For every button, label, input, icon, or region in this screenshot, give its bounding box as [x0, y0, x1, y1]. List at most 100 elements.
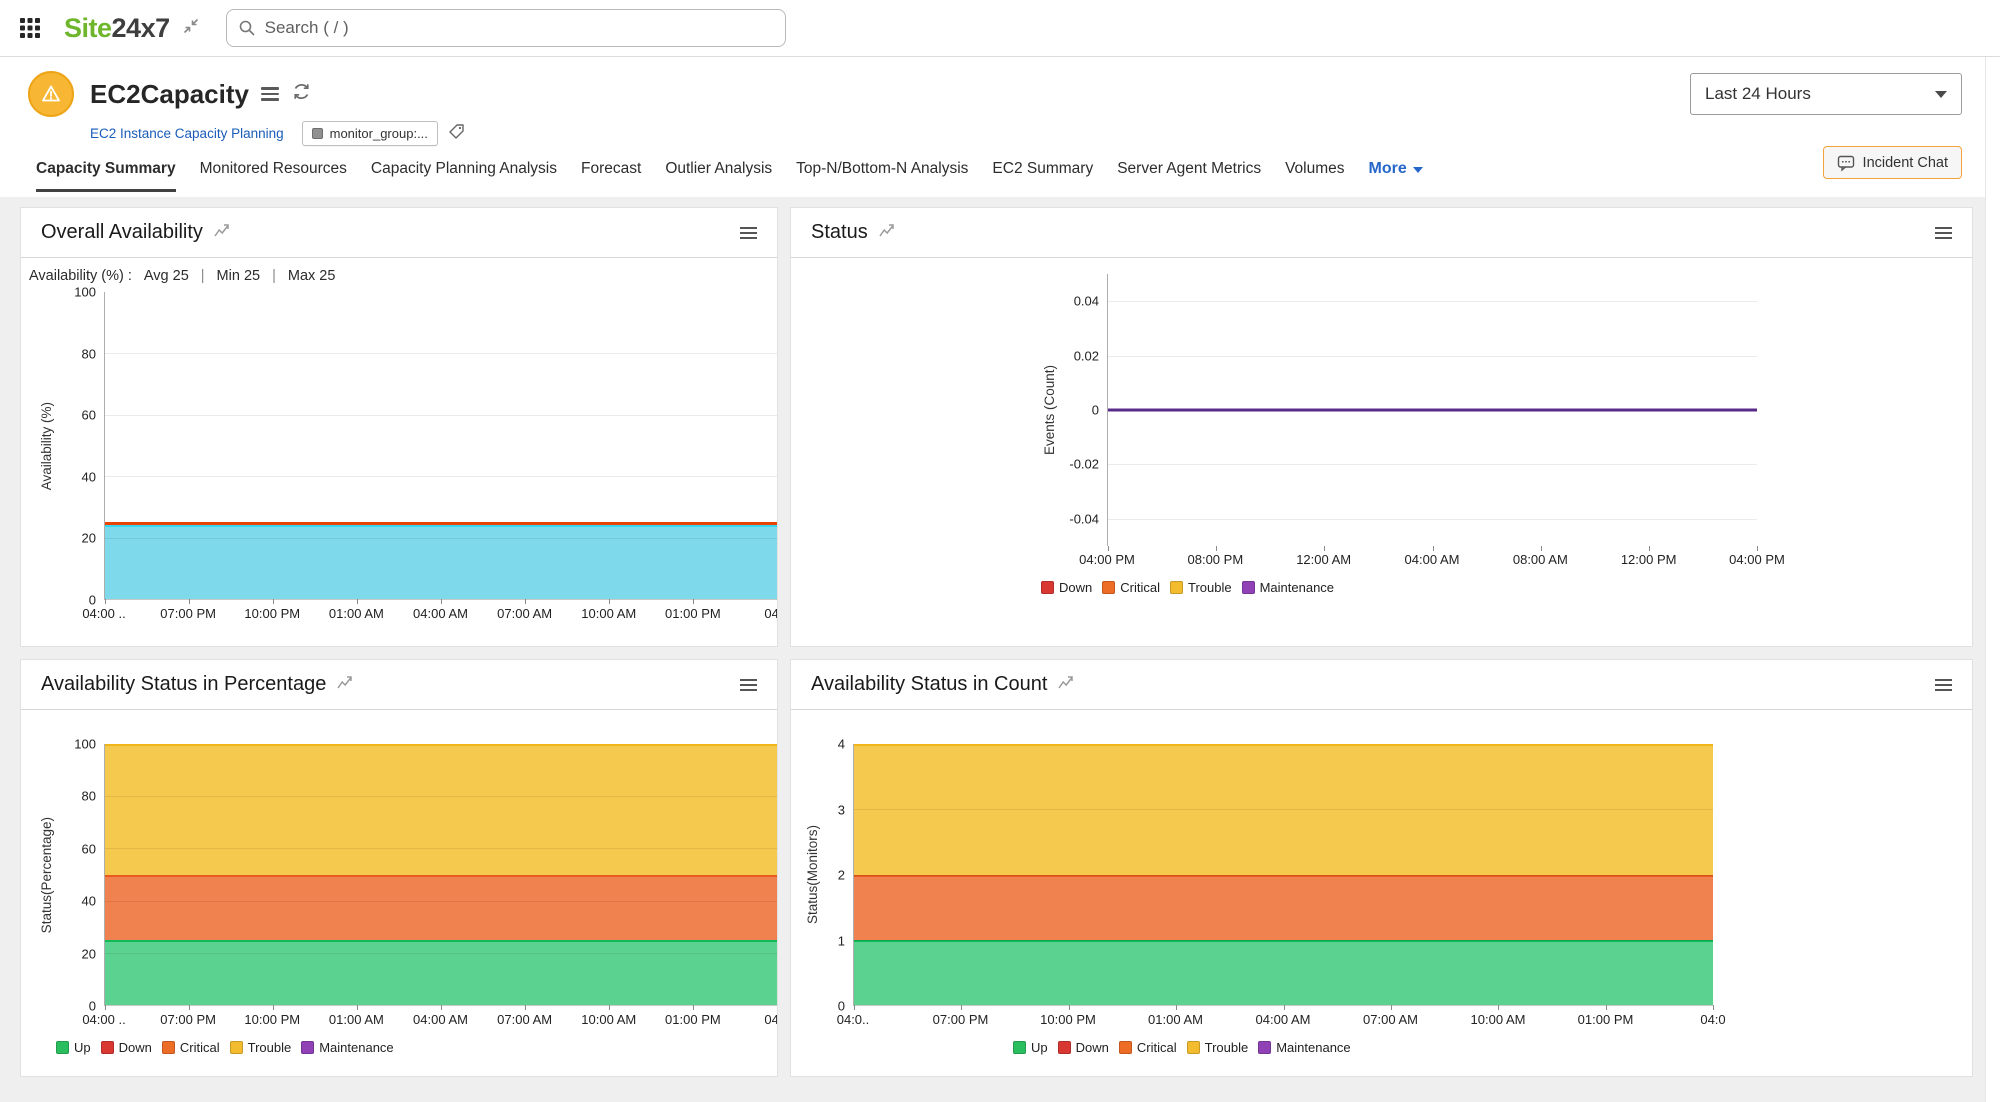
warning-badge-icon: [28, 71, 74, 117]
expand-chart-icon[interactable]: [213, 222, 230, 244]
status-chart: Events (Count) 0.040.020-0.02-0.04 04:00…: [791, 258, 1972, 595]
legend-item-critical: Critical: [1119, 1040, 1177, 1055]
page-header: EC2Capacity Last 24 Hours EC2 Instance C…: [0, 57, 2000, 197]
y-tick: 100: [74, 737, 96, 752]
y-axis-ticks: 0.040.020-0.02-0.04: [1061, 274, 1107, 546]
x-axis-ticks: 04:00 ..07:00 PM10:00 PM01:00 AM04:00 AM…: [104, 1006, 777, 1030]
expand-chart-icon[interactable]: [336, 674, 353, 696]
legend-item-trouble: Trouble: [1170, 580, 1232, 595]
collapse-arrows-icon[interactable]: [182, 17, 200, 40]
x-tick: 07:00 AM: [497, 606, 552, 621]
title-menu-icon[interactable]: [261, 84, 279, 104]
apps-grid-icon[interactable]: [18, 16, 42, 40]
tab-capacity-summary[interactable]: Capacity Summary: [36, 160, 176, 192]
panel-menu-icon[interactable]: [740, 676, 757, 694]
legend-item-maintenance: Maintenance: [301, 1040, 393, 1055]
panel-title: Availability Status in Count: [811, 673, 1047, 696]
tab-forecast[interactable]: Forecast: [581, 160, 641, 192]
x-tick: 07:00 AM: [497, 1012, 552, 1027]
y-axis-label: Status(Percentage): [34, 744, 58, 1006]
stat-avg: Avg 25: [144, 268, 189, 284]
panel-availability-status-percentage: Availability Status in Percentage Status…: [20, 659, 778, 1077]
panel-menu-icon[interactable]: [740, 224, 757, 242]
x-tick: 10:00 PM: [244, 1012, 300, 1027]
gridline: [1108, 464, 1757, 465]
stats-label: Availability (%) :: [29, 268, 132, 284]
y-tick: 1: [838, 933, 845, 948]
stats-separator: |: [272, 268, 276, 284]
chart-legend: Down Critical Trouble Maintenance: [1041, 580, 1757, 595]
time-range-select[interactable]: Last 24 Hours: [1690, 73, 1962, 115]
tab-top-n-bottom-n-analysis[interactable]: Top-N/Bottom-N Analysis: [796, 160, 968, 192]
y-tick: 0: [1092, 403, 1099, 418]
y-tick: -0.02: [1069, 457, 1099, 472]
x-tick: 07:00 PM: [160, 606, 216, 621]
tab-ec2-summary[interactable]: EC2 Summary: [992, 160, 1093, 192]
legend-label: Down: [1076, 1040, 1109, 1055]
site24x7-logo[interactable]: Site24x7: [64, 13, 170, 44]
legend-swatch: [162, 1041, 175, 1054]
y-axis-label: Availability (%): [34, 292, 58, 600]
availability-stats: Availability (%) : Avg 25 | Min 25 | Max…: [21, 258, 777, 284]
x-tick: 01:00 PM: [1578, 1012, 1634, 1027]
y-tick: 20: [82, 531, 96, 546]
gridline: [1108, 519, 1757, 520]
gridline: [105, 415, 777, 416]
tab-outlier-analysis[interactable]: Outlier Analysis: [665, 160, 772, 192]
tag-icon[interactable]: [448, 123, 465, 145]
panel-menu-icon[interactable]: [1935, 224, 1952, 242]
tab-server-agent-metrics[interactable]: Server Agent Metrics: [1117, 160, 1261, 192]
y-tick: 100: [74, 285, 96, 300]
x-tick: 07:00 PM: [160, 1012, 216, 1027]
panel-title: Overall Availability: [41, 221, 203, 244]
y-tick: 40: [82, 469, 96, 484]
overall-availability-chart: Availability (%) 020406080100 04:00 ..07…: [21, 284, 777, 624]
x-tick: 01:00 AM: [329, 606, 384, 621]
x-tick: 08:00 AM: [1513, 552, 1568, 567]
legend-item-down: Down: [1041, 580, 1092, 595]
legend-label: Critical: [1120, 580, 1160, 595]
gridline: [1108, 410, 1757, 411]
breadcrumb-link[interactable]: EC2 Instance Capacity Planning: [90, 126, 284, 141]
legend-swatch: [101, 1041, 114, 1054]
scrollbar-track[interactable]: [1985, 57, 2000, 1102]
y-axis-ticks: 01234: [823, 744, 853, 1006]
tab-more[interactable]: More: [1369, 160, 1423, 192]
series-band-availability: [105, 522, 777, 599]
gridline: [105, 476, 777, 477]
incident-chat-button[interactable]: Incident Chat: [1823, 146, 1962, 179]
x-tick: 04:00 AM: [413, 1012, 468, 1027]
y-tick: 0.04: [1074, 294, 1099, 309]
gridline: [1108, 301, 1757, 302]
x-tick: 12:00 AM: [1296, 552, 1351, 567]
monitor-group-chip[interactable]: monitor_group:...: [302, 121, 438, 146]
search-input[interactable]: [226, 9, 786, 47]
panel-title: Availability Status in Percentage: [41, 673, 326, 696]
x-tick: 04:00 AM: [413, 606, 468, 621]
stat-min: Min 25: [217, 268, 261, 284]
legend-item-down: Down: [101, 1040, 152, 1055]
tab-bar: Capacity Summary Monitored Resources Capac…: [36, 160, 1962, 192]
logo-text-24x7: 24x7: [112, 13, 170, 44]
legend-swatch: [1187, 1041, 1200, 1054]
x-tick: 04:00 PM: [1079, 552, 1135, 567]
legend-label: Down: [119, 1040, 152, 1055]
chart-legend: UpDownCriticalTroubleMaintenance: [1013, 1040, 1713, 1055]
y-tick: 80: [82, 789, 96, 804]
panel-menu-icon[interactable]: [1935, 676, 1952, 694]
expand-chart-icon[interactable]: [878, 222, 895, 244]
stats-separator: |: [201, 268, 205, 284]
x-tick-mark: [1713, 1005, 1714, 1010]
x-tick: 04:00 ..: [82, 606, 125, 621]
tab-volumes[interactable]: Volumes: [1285, 160, 1344, 192]
x-tick: 12:00 PM: [1621, 552, 1677, 567]
tab-monitored-resources[interactable]: Monitored Resources: [200, 160, 347, 192]
plot-area: [853, 744, 1713, 1006]
refresh-icon[interactable]: [291, 81, 312, 107]
chart-legend: UpDownCriticalTroubleMaintenance: [56, 1040, 777, 1055]
gridline: [854, 875, 1713, 876]
legend-label: Maintenance: [1260, 580, 1334, 595]
x-tick-mark: [1757, 546, 1758, 551]
tab-capacity-planning-analysis[interactable]: Capacity Planning Analysis: [371, 160, 557, 192]
expand-chart-icon[interactable]: [1057, 674, 1074, 696]
